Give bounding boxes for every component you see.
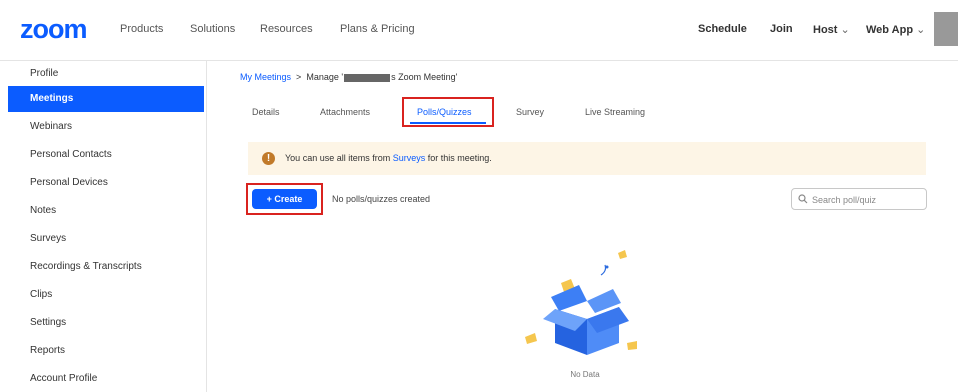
sidebar-item-notes[interactable]: Notes [8, 198, 204, 224]
sidebar-item-reports[interactable]: Reports [8, 338, 204, 364]
sidebar-item-account-profile[interactable]: Account Profile [8, 366, 204, 392]
nav-host-label: Host [813, 24, 838, 36]
nav-solutions[interactable]: Solutions [190, 23, 235, 35]
search-poll-quiz[interactable] [791, 188, 927, 210]
zoom-logo[interactable]: zoom [20, 14, 87, 45]
nav-host[interactable]: Host ⌄ [813, 23, 850, 36]
empty-box-illustration [525, 250, 637, 355]
sidebar-item-surveys[interactable]: Surveys [8, 226, 204, 252]
sidebar-item-recordings[interactable]: Recordings & Transcripts [8, 254, 204, 280]
tab-attachments[interactable]: Attachments [320, 107, 370, 117]
redacted-name [344, 73, 391, 82]
empty-state-message: No polls/quizzes created [332, 194, 431, 204]
nav-web-app[interactable]: Web App ⌄ [866, 23, 925, 36]
sidebar-item-meetings[interactable]: Meetings [8, 86, 204, 112]
no-data-label: No Data [570, 370, 600, 379]
sidebar-item-profile[interactable]: Profile [8, 61, 204, 87]
sidebar-item-label: Meetings [30, 93, 74, 104]
sidebar-item-label: Settings [30, 317, 67, 328]
search-icon [798, 194, 808, 204]
sidebar-item-label: Surveys [30, 233, 67, 244]
sidebar: Profile Meetings Webinars Personal Conta… [0, 61, 207, 392]
tab-live-streaming[interactable]: Live Streaming [585, 107, 645, 117]
chevron-down-icon: ⌄ [916, 24, 926, 36]
sidebar-item-settings[interactable]: Settings [8, 310, 204, 336]
surveys-link[interactable]: Surveys [393, 153, 426, 163]
top-nav: zoom Products Solutions Resources Plans … [0, 0, 958, 61]
tab-details[interactable]: Details [252, 107, 280, 117]
breadcrumb: My Meetings > Manage ' s Zoom Meeting' [240, 72, 457, 82]
sidebar-item-personal-contacts[interactable]: Personal Contacts [8, 142, 204, 168]
nav-resources[interactable]: Resources [260, 23, 313, 35]
sidebar-item-label: Profile [30, 68, 59, 79]
sidebar-item-label: Clips [30, 289, 53, 300]
info-banner: ! You can use all items from Surveys for… [248, 142, 926, 175]
nav-plans-pricing[interactable]: Plans & Pricing [340, 23, 415, 35]
sidebar-item-label: Notes [30, 205, 57, 216]
info-banner-text-after: for this meeting. [425, 153, 492, 163]
info-banner-text-before: You can use all items from [285, 153, 393, 163]
sidebar-item-label: Personal Devices [30, 177, 108, 188]
sidebar-item-clips[interactable]: Clips [8, 282, 204, 308]
info-banner-text: You can use all items from Surveys for t… [285, 153, 492, 163]
sidebar-item-label: Personal Contacts [30, 149, 112, 160]
nav-schedule[interactable]: Schedule [698, 23, 747, 35]
tab-survey[interactable]: Survey [516, 107, 544, 117]
sidebar-item-label: Recordings & Transcripts [30, 261, 142, 272]
create-poll-button[interactable]: + Create [252, 189, 317, 209]
nav-products[interactable]: Products [120, 23, 163, 35]
sidebar-item-label: Webinars [30, 121, 73, 132]
sidebar-item-webinars[interactable]: Webinars [8, 114, 204, 140]
search-input[interactable] [810, 192, 924, 208]
avatar[interactable] [934, 12, 958, 46]
tab-highlight-box [402, 97, 494, 127]
breadcrumb-separator: > [296, 72, 302, 82]
sidebar-item-label: Account Profile [30, 373, 98, 384]
warning-icon: ! [262, 152, 275, 165]
breadcrumb-current-suffix: s Zoom Meeting' [391, 72, 458, 82]
sidebar-item-personal-devices[interactable]: Personal Devices [8, 170, 204, 196]
sidebar-item-label: Reports [30, 345, 66, 356]
nav-web-app-label: Web App [866, 24, 914, 36]
breadcrumb-current-prefix: Manage ' [306, 72, 344, 82]
nav-join[interactable]: Join [770, 23, 793, 35]
chevron-down-icon: ⌄ [840, 24, 850, 36]
breadcrumb-my-meetings[interactable]: My Meetings [240, 72, 291, 82]
